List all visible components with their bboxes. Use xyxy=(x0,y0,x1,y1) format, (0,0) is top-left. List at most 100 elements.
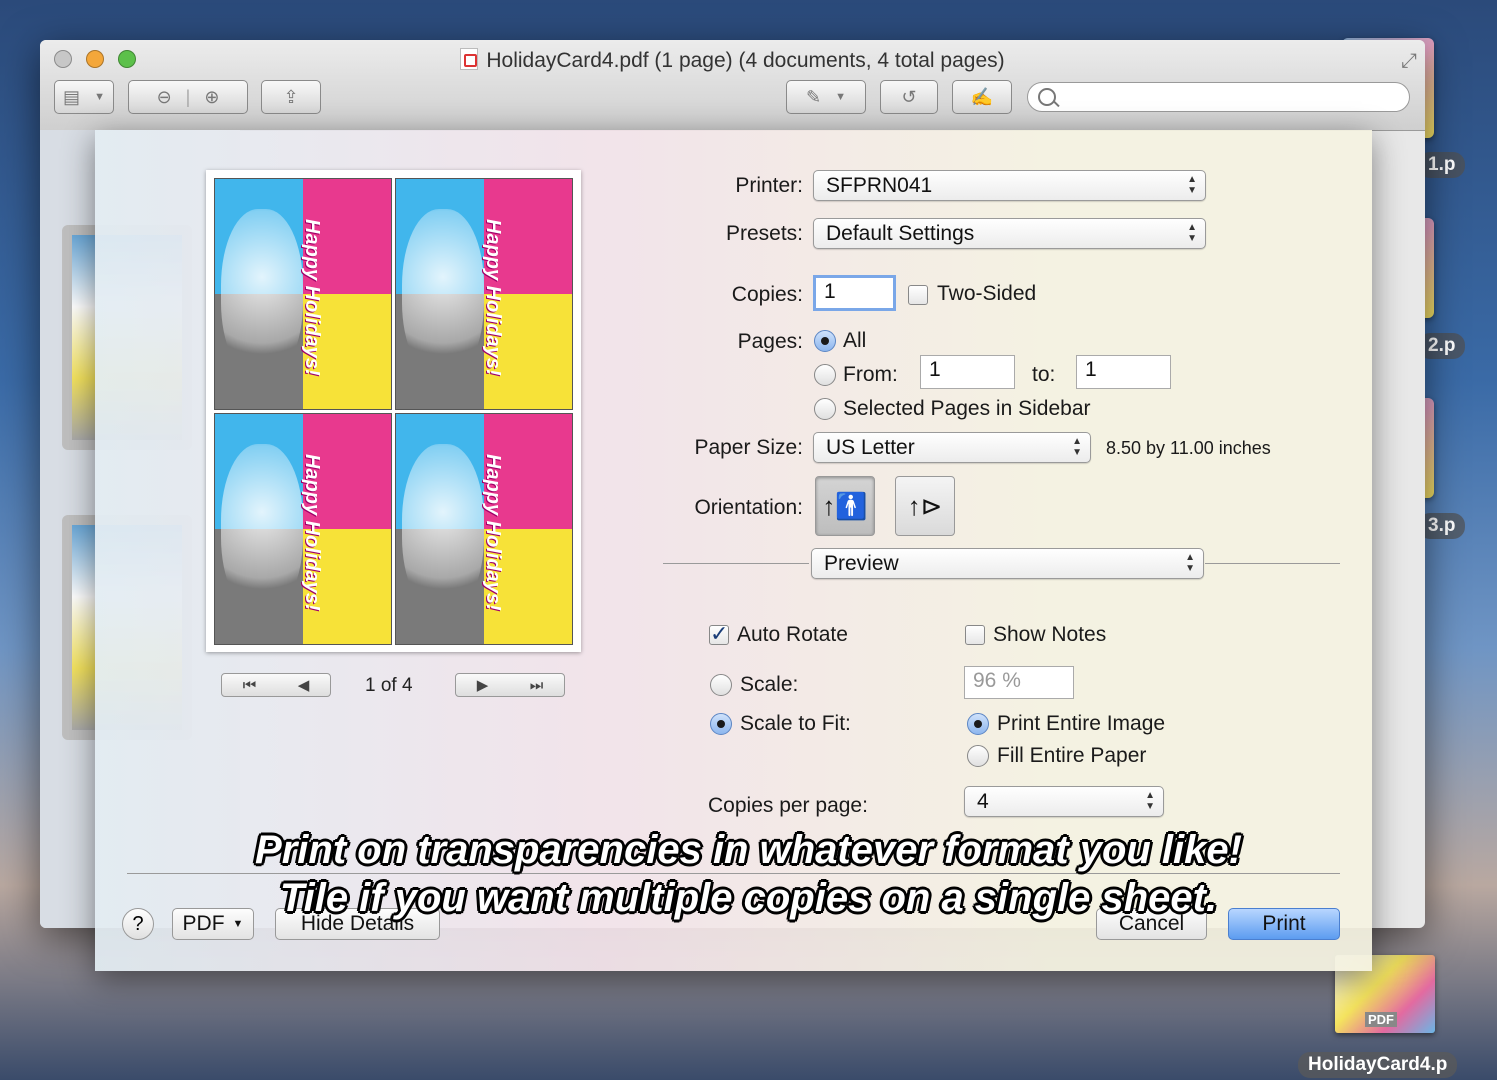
paper-size-dimensions: 8.50 by 11.00 inches xyxy=(1106,438,1271,458)
pages-all-radio[interactable] xyxy=(814,330,836,352)
scale-field[interactable]: 96 % xyxy=(964,666,1074,699)
tile-text: Happy Holidays! xyxy=(482,219,504,376)
two-sided-checkbox[interactable] xyxy=(908,285,928,305)
printer-select[interactable]: SFPRN041 ▲ ▼ xyxy=(813,170,1206,201)
tile-text: Happy Holidays! xyxy=(301,219,323,376)
pages-label: Pages: xyxy=(737,330,803,353)
section-value: Preview xyxy=(824,552,899,575)
sidebar-view-icon: ▤ xyxy=(63,86,81,107)
to-page-field[interactable]: 1 xyxy=(1076,355,1171,389)
landscape-orientation-button[interactable]: ↑⊳ xyxy=(895,476,955,536)
caption-line-2: Tile if you want multiple copies on a si… xyxy=(279,876,1218,920)
preview-tile-1: Happy Holidays! xyxy=(214,178,392,410)
pen-icon: ✎ xyxy=(806,86,822,107)
zoom-out-icon[interactable]: ⊖ xyxy=(157,87,172,108)
show-notes-checkbox[interactable] xyxy=(965,625,985,645)
paper-size-label: Paper Size: xyxy=(694,436,803,459)
page-nav-back[interactable]: ⏮ ◀ xyxy=(221,673,331,697)
annotate-button[interactable]: ✎ ▼ xyxy=(786,80,866,114)
search-icon xyxy=(1038,88,1056,106)
print-preview-page: Happy Holidays! Happy Holidays! Happy Ho… xyxy=(206,170,581,652)
pages-from-radio[interactable] xyxy=(814,364,836,386)
scale-to-fit-label: Scale to Fit: xyxy=(740,712,851,735)
edit-toolbar-button[interactable]: ✍ xyxy=(952,80,1012,114)
zoom-buttons[interactable]: ⊖ | ⊕ xyxy=(128,80,248,114)
view-mode-button[interactable]: ▤ ▼ xyxy=(54,80,114,114)
first-page-icon[interactable]: ⏮ xyxy=(243,677,257,694)
page-nav-forward[interactable]: ▶ ⏭ xyxy=(455,673,565,697)
presets-select[interactable]: Default Settings ▲ ▼ xyxy=(813,218,1206,249)
scale-to-fit-radio[interactable] xyxy=(710,713,732,735)
preview-tile-3: Happy Holidays! xyxy=(214,413,392,645)
print-entire-image-label: Print Entire Image xyxy=(997,712,1166,735)
tile-text: Happy Holidays! xyxy=(482,454,504,611)
printer-value: SFPRN041 xyxy=(826,174,933,197)
print-entire-image-radio[interactable] xyxy=(967,713,989,735)
pages-to-label: to: xyxy=(1032,363,1056,386)
presets-value: Default Settings xyxy=(826,222,975,245)
rotate-icon: ↺ xyxy=(901,86,917,107)
updown-arrows-icon: ▲ ▼ xyxy=(1072,436,1082,458)
search-input[interactable] xyxy=(1027,82,1410,112)
prev-page-icon[interactable]: ◀ xyxy=(298,676,310,694)
chevron-down-icon: ▼ xyxy=(835,91,846,103)
selected-pages-radio[interactable] xyxy=(814,398,836,420)
face-image xyxy=(221,444,303,614)
desktop-file-label-1[interactable]: 1.p xyxy=(1418,152,1466,178)
two-sided-label: Two-Sided xyxy=(937,282,1037,305)
window-title-text: HolidayCard4.pdf (1 page) (4 documents, … xyxy=(486,49,1005,72)
face-image xyxy=(402,209,484,379)
desktop-file-label-3[interactable]: 3.p xyxy=(1418,513,1466,539)
pdf-badge: PDF xyxy=(1365,1012,1397,1027)
updown-arrows-icon: ▲ ▼ xyxy=(1187,174,1197,196)
footer-divider xyxy=(127,873,1340,874)
rotate-button[interactable]: ↺ xyxy=(880,80,938,114)
section-select[interactable]: Preview ▲ ▼ xyxy=(811,548,1204,579)
selected-pages-label: Selected Pages in Sidebar xyxy=(843,397,1091,420)
preview-tile-4: Happy Holidays! xyxy=(395,413,573,645)
pages-from-label: From: xyxy=(843,363,898,386)
pdf-document-icon xyxy=(460,48,479,70)
next-page-icon[interactable]: ▶ xyxy=(477,676,489,694)
section-divider-left xyxy=(663,563,809,564)
orientation-label: Orientation: xyxy=(694,496,803,519)
copies-per-page-select[interactable]: 4 ▲ ▼ xyxy=(964,786,1164,817)
copies-label: Copies: xyxy=(731,283,803,306)
zoom-in-icon[interactable]: ⊕ xyxy=(204,87,219,108)
auto-rotate-label: Auto Rotate xyxy=(737,623,848,646)
printer-label: Printer: xyxy=(735,174,803,197)
fill-entire-paper-radio[interactable] xyxy=(967,745,989,767)
fill-entire-paper-label: Fill Entire Paper xyxy=(997,744,1147,767)
tile-text: Happy Holidays! xyxy=(301,454,323,611)
chevron-down-icon: ▼ xyxy=(94,91,105,103)
desktop-file-label-2[interactable]: 2.p xyxy=(1418,333,1466,359)
desktop-pdf-file-label[interactable]: HolidayCard4.p xyxy=(1298,1052,1458,1078)
section-divider-right xyxy=(1205,563,1340,564)
copies-per-page-value: 4 xyxy=(977,790,989,813)
from-page-field[interactable]: 1 xyxy=(920,355,1015,389)
paper-size-value: US Letter xyxy=(826,436,915,459)
updown-arrows-icon: ▲ ▼ xyxy=(1145,790,1155,812)
title-bar: HolidayCard4.pdf (1 page) (4 documents, … xyxy=(40,40,1425,131)
paper-size-select[interactable]: US Letter ▲ ▼ xyxy=(813,432,1091,463)
face-image xyxy=(402,444,484,614)
landscape-icon: ↑⊳ xyxy=(907,490,943,521)
copies-field[interactable]: 1 xyxy=(813,275,896,311)
edit-toolbox-icon: ✍ xyxy=(970,86,994,107)
last-page-icon[interactable]: ⏭ xyxy=(530,677,544,694)
share-icon: ⇪ xyxy=(283,86,299,107)
fullscreen-icon[interactable]: ⤢ xyxy=(1401,50,1417,73)
scale-radio[interactable] xyxy=(710,674,732,696)
updown-arrows-icon: ▲ ▼ xyxy=(1185,552,1195,574)
page-indicator: 1 of 4 xyxy=(365,675,413,696)
preview-tile-2: Happy Holidays! xyxy=(395,178,573,410)
updown-arrows-icon: ▲ ▼ xyxy=(1187,222,1197,244)
auto-rotate-checkbox[interactable]: ✓ xyxy=(709,623,729,645)
portrait-orientation-button[interactable]: ↑🚹 xyxy=(815,476,875,536)
face-image xyxy=(221,209,303,379)
copies-per-page-label: Copies per page: xyxy=(708,794,868,817)
pages-all-label: All xyxy=(843,329,867,352)
divider: | xyxy=(185,86,191,107)
share-button[interactable]: ⇪ xyxy=(261,80,321,114)
presets-label: Presets: xyxy=(725,222,803,245)
